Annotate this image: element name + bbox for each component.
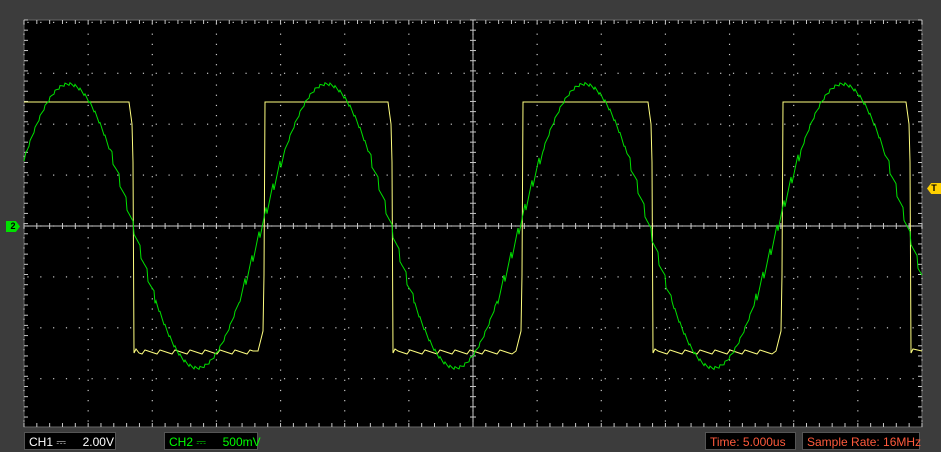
ch2-scale: 500mV — [222, 435, 261, 449]
dc-coupling-icon: ⎓ — [196, 435, 206, 449]
ch2-status: CH2 ⎓ 500mV — [164, 432, 261, 450]
timebase-value: 5.000us — [742, 435, 786, 449]
dc-coupling-icon: ⎓ — [56, 435, 66, 449]
timebase-status: Time: 5.000us — [705, 432, 796, 450]
ch1-status: CH1 ⎓ 2.00V — [24, 432, 116, 450]
ch1-scale: 2.00V — [82, 435, 114, 449]
sample-rate-label: Sample Rate: — [807, 435, 880, 449]
sample-rate-status: Sample Rate: 16MHz — [802, 432, 922, 450]
timebase-label: Time: — [710, 435, 740, 449]
scope-display — [23, 19, 923, 428]
ch1-label: CH1 — [29, 435, 54, 449]
ch2-label: CH2 — [169, 435, 194, 449]
sample-rate-value: 16MHz — [883, 435, 922, 449]
